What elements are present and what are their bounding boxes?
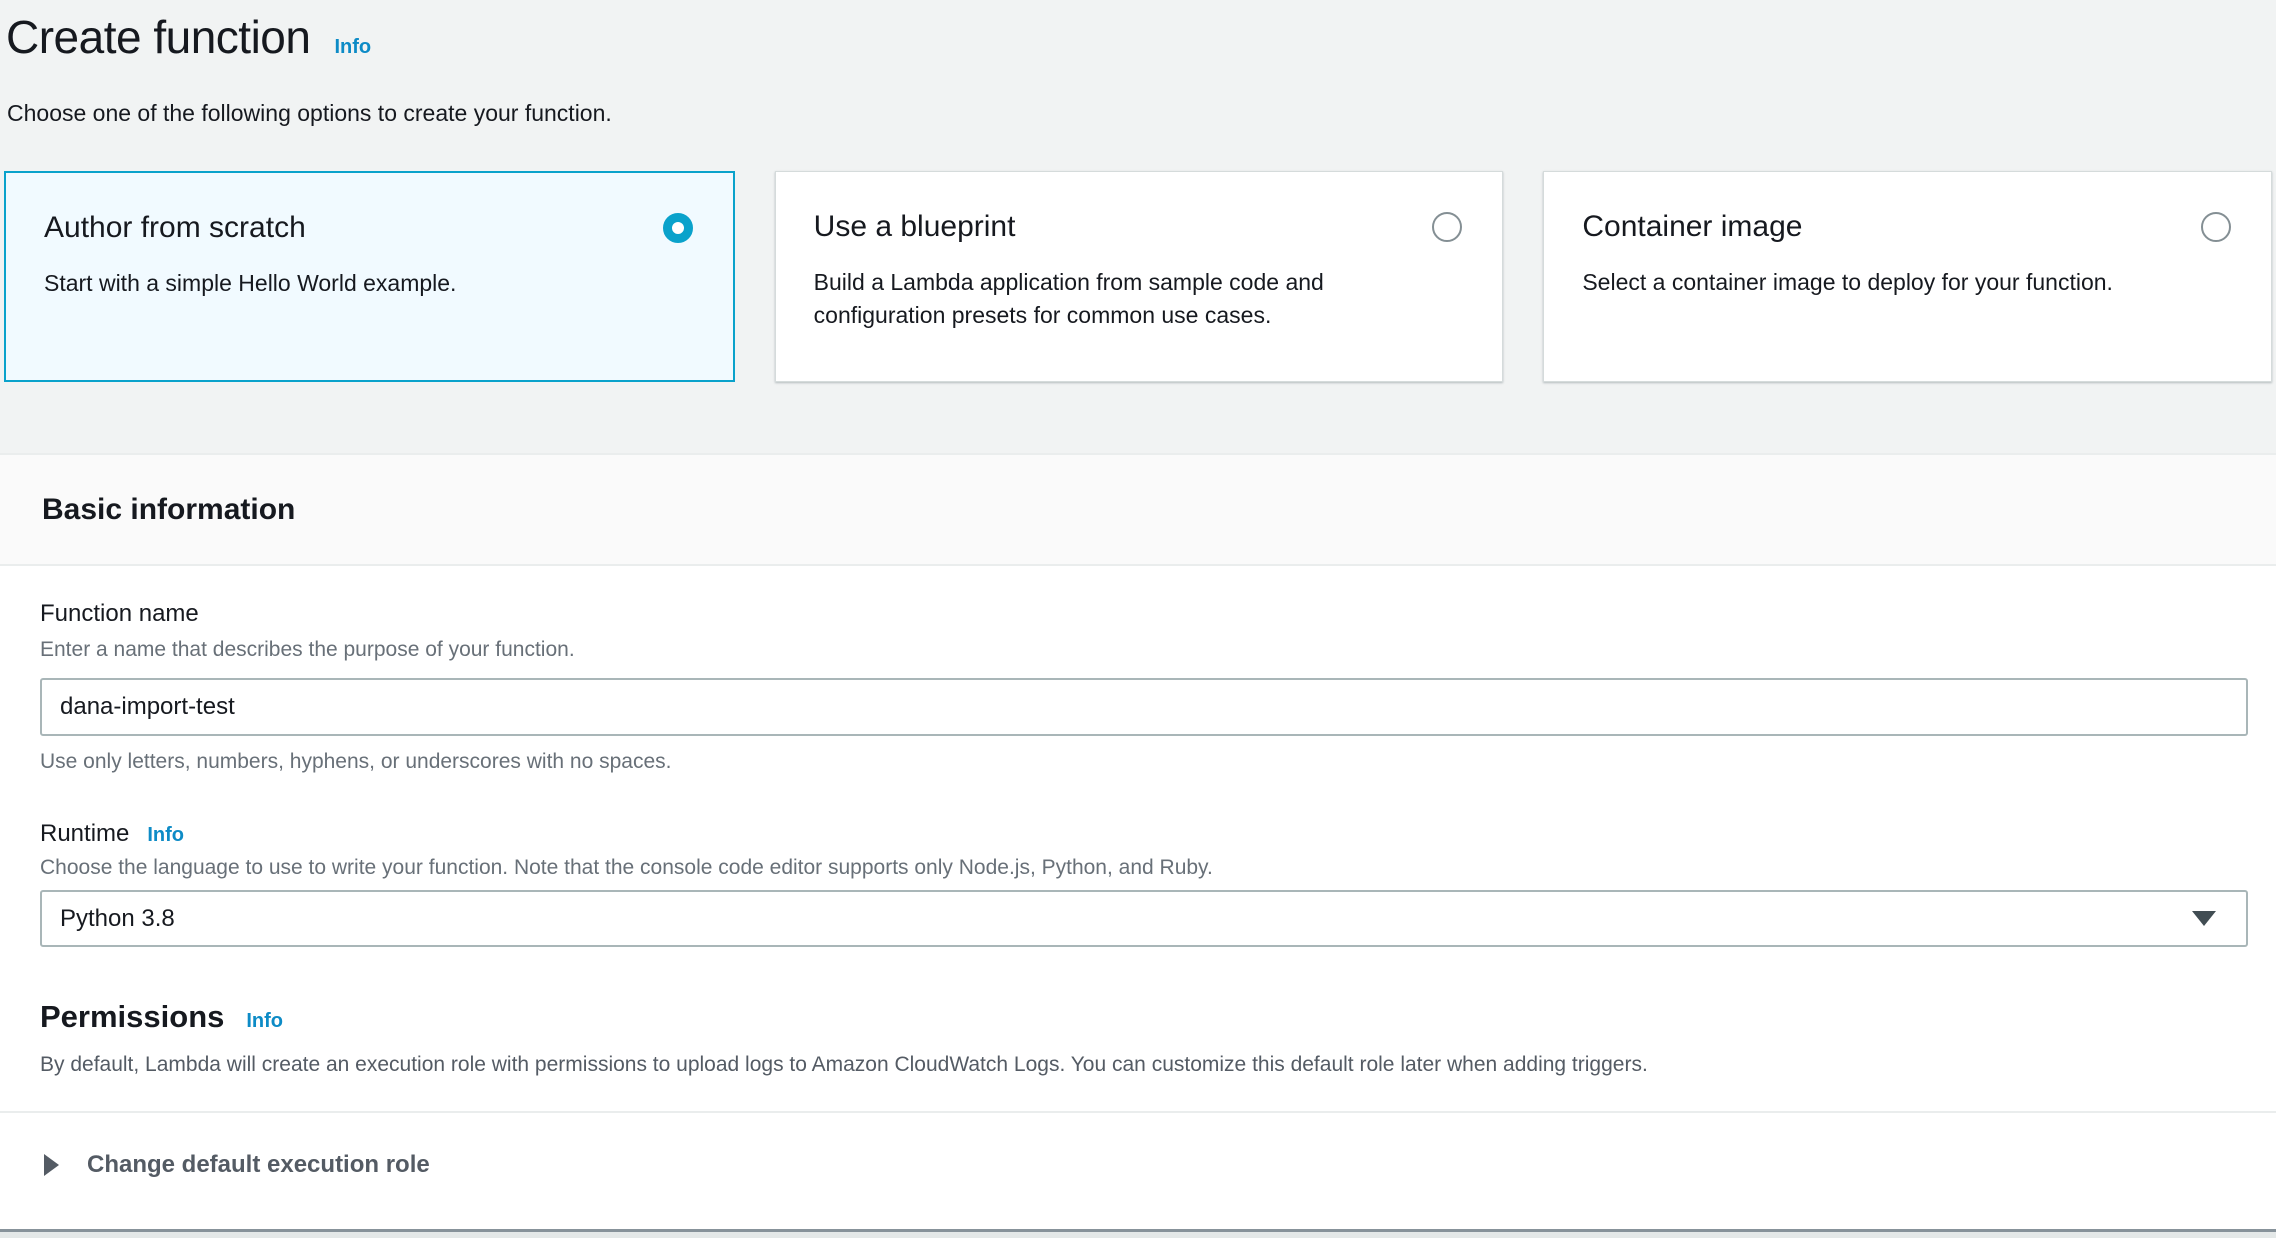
runtime-select[interactable]: Python 3.8 xyxy=(40,890,2248,947)
permissions-heading-row: Permissions Info xyxy=(40,999,2248,1035)
function-name-input[interactable] xyxy=(40,678,2248,736)
card-title: Author from scratch xyxy=(44,211,306,245)
page-title-info-link[interactable]: Info xyxy=(334,36,371,59)
option-card-container-image[interactable]: Container image Select a container image… xyxy=(1543,171,2272,382)
radio-unselected-icon[interactable] xyxy=(1432,212,1462,242)
function-name-label: Function name xyxy=(40,600,2248,628)
expand-arrow-icon xyxy=(44,1154,59,1176)
card-description: Start with a simple Hello World example. xyxy=(44,267,614,300)
page-title-row: Create function Info xyxy=(6,10,2272,64)
creation-option-cards: Author from scratch Start with a simple … xyxy=(4,171,2272,382)
card-head: Use a blueprint xyxy=(814,210,1463,244)
radio-unselected-icon[interactable] xyxy=(2201,212,2231,242)
card-title: Use a blueprint xyxy=(814,210,1016,244)
create-function-page: Create function Info Choose one of the f… xyxy=(0,0,2276,1238)
section-divider xyxy=(0,1111,2276,1113)
runtime-label: Runtime xyxy=(40,820,129,848)
expander-label: Change default execution role xyxy=(87,1151,430,1179)
runtime-selected-value: Python 3.8 xyxy=(60,905,175,933)
option-card-use-a-blueprint[interactable]: Use a blueprint Build a Lambda applicati… xyxy=(775,171,1504,382)
page-title: Create function xyxy=(6,10,310,64)
page-header-area: Create function Info Choose one of the f… xyxy=(0,0,2276,453)
section-heading-basic-information: Basic information xyxy=(42,493,295,527)
option-card-author-from-scratch[interactable]: Author from scratch Start with a simple … xyxy=(4,171,735,382)
section-heading-permissions: Permissions xyxy=(40,999,224,1035)
page-subtitle: Choose one of the following options to c… xyxy=(7,100,2272,127)
permissions-info-link[interactable]: Info xyxy=(246,1010,283,1033)
change-default-execution-role-expander[interactable]: Change default execution role xyxy=(40,1143,2248,1187)
basic-information-form: Function name Enter a name that describe… xyxy=(0,600,2276,1187)
card-description: Build a Lambda application from sample c… xyxy=(814,266,1384,333)
card-head: Container image xyxy=(1582,210,2231,244)
radio-selected-icon[interactable] xyxy=(663,213,693,243)
bottom-strip xyxy=(0,1232,2276,1238)
runtime-label-row: Runtime Info xyxy=(40,820,2248,848)
runtime-info-link[interactable]: Info xyxy=(147,824,184,847)
function-name-description: Enter a name that describes the purpose … xyxy=(40,638,2248,662)
card-title: Container image xyxy=(1582,210,1802,244)
runtime-description: Choose the language to use to write your… xyxy=(40,856,2248,880)
basic-information-section-header: Basic information xyxy=(0,453,2276,566)
function-name-constraint: Use only letters, numbers, hyphens, or u… xyxy=(40,750,2248,774)
card-description: Select a container image to deploy for y… xyxy=(1582,266,2152,299)
card-head: Author from scratch xyxy=(44,211,693,245)
permissions-description: By default, Lambda will create an execut… xyxy=(40,1053,2248,1077)
caret-down-icon xyxy=(2192,911,2216,926)
